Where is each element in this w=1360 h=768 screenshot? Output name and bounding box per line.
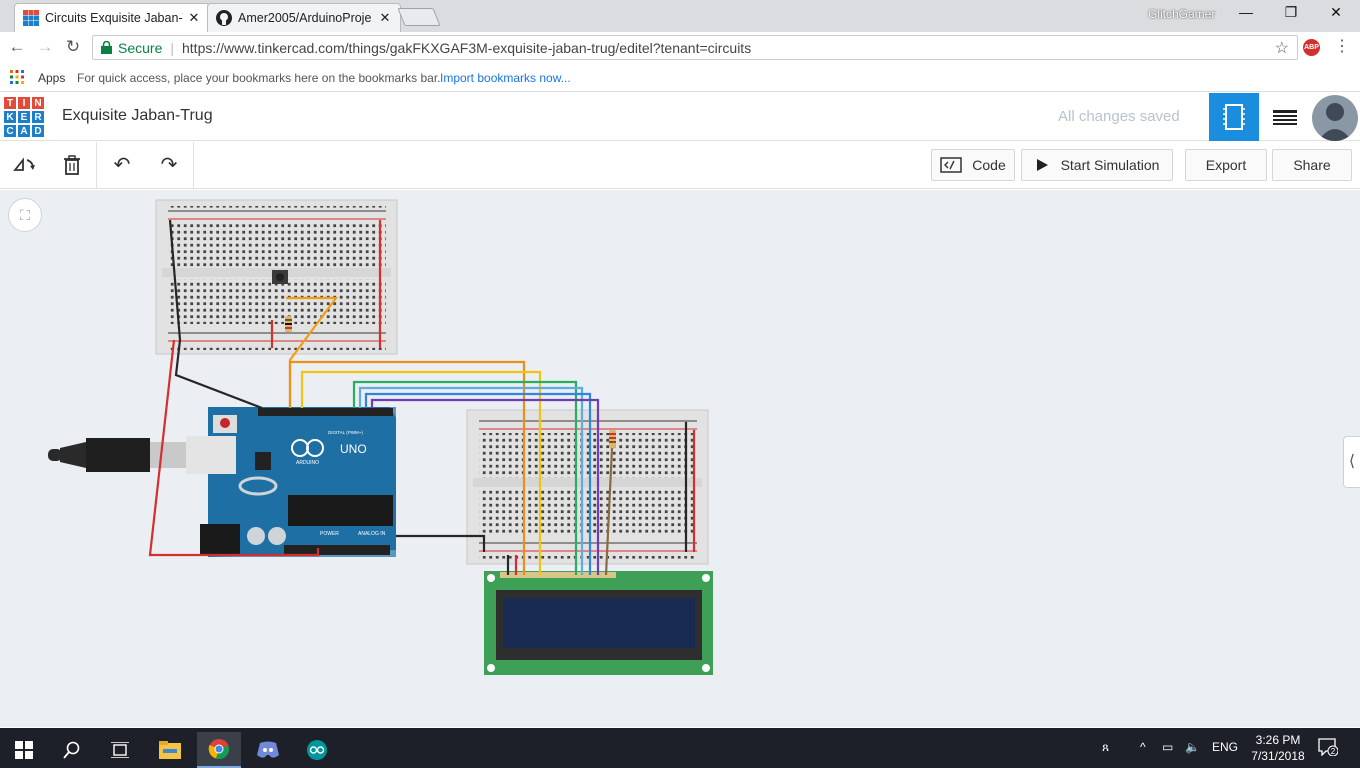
notification-count: 2 xyxy=(1331,747,1336,756)
tab-title: Amer2005/ArduinoProje xyxy=(238,11,372,25)
lock-icon xyxy=(101,41,112,54)
back-icon[interactable]: ← xyxy=(6,36,28,58)
resistor[interactable] xyxy=(609,430,616,448)
github-icon xyxy=(216,10,232,26)
secure-label: Secure xyxy=(118,39,163,56)
bookmarks-hint: For quick access, place your bookmarks h… xyxy=(77,71,441,85)
chrome-taskbar-icon[interactable] xyxy=(197,732,241,768)
adblock-icon[interactable]: ABP xyxy=(1303,39,1320,56)
restore-icon[interactable]: ❐ xyxy=(1279,4,1303,24)
start-simulation-button[interactable]: Start Simulation xyxy=(1021,149,1173,181)
pushbutton[interactable] xyxy=(272,270,288,284)
play-icon xyxy=(1036,159,1048,171)
code-icon xyxy=(940,157,963,173)
editor-toolbar: ↶ ↷ Code Start Simulation Export Share xyxy=(0,142,1360,189)
power-label: POWER xyxy=(320,531,339,537)
toolbar-divider xyxy=(96,142,97,189)
url-text[interactable]: https://www.tinkercad.com/things/gakFKXG… xyxy=(182,40,751,56)
browser-tab-strip: Circuits Exquisite Jaban-T ✕ Amer2005/Ar… xyxy=(0,0,1360,32)
network-icon[interactable]: ▭ xyxy=(1162,740,1173,754)
file-explorer-icon[interactable] xyxy=(148,732,192,768)
apps-grid-icon[interactable] xyxy=(10,70,24,84)
list-icon xyxy=(1273,110,1297,125)
start-simulation-label: Start Simulation xyxy=(1060,157,1160,173)
lcd-16x2[interactable] xyxy=(484,571,713,675)
tray-overflow-icon[interactable]: ^ xyxy=(1140,740,1146,754)
export-button[interactable]: Export xyxy=(1185,149,1267,181)
action-center-icon[interactable]: 2 xyxy=(1318,738,1340,758)
language-indicator[interactable]: ENG xyxy=(1212,740,1238,754)
forward-icon[interactable]: → xyxy=(34,36,56,58)
close-tab-icon[interactable]: ✕ xyxy=(378,10,392,26)
user-icon xyxy=(1318,103,1352,141)
tinkercad-header: T I N K E R C A D Exquisite Jaban-Trug A… xyxy=(0,93,1360,141)
minimize-icon[interactable]: — xyxy=(1234,4,1258,24)
share-label: Share xyxy=(1293,157,1331,173)
undo-icon[interactable]: ↶ xyxy=(109,152,135,178)
chip-icon xyxy=(1223,104,1245,130)
chrome-menu-icon[interactable]: ⋮ xyxy=(1334,36,1350,56)
toolbar-divider xyxy=(193,142,194,189)
bookmark-star-icon[interactable]: ☆ xyxy=(1275,38,1289,58)
search-icon[interactable] xyxy=(50,732,94,768)
circuit-canvas[interactable]: ⛶ ⟨ UNO ARDUINO DIGITAL (PWM~) POWER ANA… xyxy=(0,190,1360,727)
component-list-button[interactable] xyxy=(1260,93,1310,141)
tinkercad-favicon-icon xyxy=(23,10,39,26)
digital-pins-label: DIGITAL (PWM~) xyxy=(328,430,363,435)
close-window-icon[interactable]: ✕ xyxy=(1324,4,1348,24)
arduino-model-label: UNO xyxy=(340,442,367,456)
logo-letter: E xyxy=(17,110,31,124)
arduino-ide-icon[interactable] xyxy=(295,732,339,768)
breadboard-right[interactable] xyxy=(466,409,709,565)
tab-github[interactable]: Amer2005/ArduinoProje ✕ xyxy=(207,3,401,32)
arduino-uno[interactable]: UNO ARDUINO DIGITAL (PWM~) POWER ANALOG … xyxy=(200,407,396,557)
system-clock[interactable]: 3:26 PM 7/31/2018 xyxy=(1246,732,1310,764)
address-bar[interactable]: Secure | https://www.tinkercad.com/thing… xyxy=(92,35,1298,60)
logo-letter: A xyxy=(17,124,31,138)
clock-time: 3:26 PM xyxy=(1255,733,1301,747)
export-label: Export xyxy=(1205,157,1247,173)
circuit-view-button[interactable] xyxy=(1209,93,1259,141)
people-icon[interactable]: ጸ xyxy=(1102,740,1109,755)
delete-icon[interactable] xyxy=(59,152,85,178)
close-tab-icon[interactable]: ✕ xyxy=(187,10,201,26)
new-tab-button[interactable] xyxy=(397,8,441,26)
usb-cable[interactable] xyxy=(48,436,236,474)
windows-taskbar: ጸ ^ ▭ 🔈 ENG 3:26 PM 7/31/2018 2 xyxy=(0,728,1360,768)
arduino-brand-label: ARDUINO xyxy=(296,460,319,466)
logo-letter: R xyxy=(31,110,45,124)
bookmarks-bar: Apps For quick access, place your bookma… xyxy=(0,62,1360,92)
design-title[interactable]: Exquisite Jaban-Trug xyxy=(62,107,213,125)
circuit-drawing: UNO ARDUINO DIGITAL (PWM~) POWER ANALOG … xyxy=(48,199,713,675)
logo-letter: K xyxy=(3,110,17,124)
logo-letter: T xyxy=(3,96,17,110)
task-view-icon[interactable] xyxy=(98,732,142,768)
resistor[interactable] xyxy=(285,316,292,332)
tab-title: Circuits Exquisite Jaban-T xyxy=(45,11,183,25)
logo-letter: N xyxy=(31,96,45,110)
analog-label: ANALOG IN xyxy=(358,531,386,537)
code-button[interactable]: Code xyxy=(931,149,1015,181)
reload-icon[interactable]: ↻ xyxy=(62,36,84,58)
windows-start-icon[interactable] xyxy=(2,732,46,768)
tinkercad-logo[interactable]: T I N K E R C A D xyxy=(3,96,45,138)
logo-letter: I xyxy=(17,96,31,110)
profile-name[interactable]: GlitchGamer xyxy=(1148,7,1215,21)
volume-icon[interactable]: 🔈 xyxy=(1185,740,1200,754)
discord-icon[interactable] xyxy=(246,732,290,768)
import-bookmarks-link[interactable]: Import bookmarks now... xyxy=(440,71,571,85)
user-avatar[interactable] xyxy=(1312,95,1358,141)
code-label: Code xyxy=(972,157,1006,173)
url-separator: | xyxy=(170,39,174,56)
apps-link[interactable]: Apps xyxy=(38,71,65,85)
save-status: All changes saved xyxy=(1058,108,1180,125)
share-button[interactable]: Share xyxy=(1272,149,1352,181)
tab-tinkercad[interactable]: Circuits Exquisite Jaban-T ✕ xyxy=(14,3,210,32)
rotate-icon[interactable] xyxy=(11,152,37,178)
logo-letter: C xyxy=(3,124,17,138)
redo-icon[interactable]: ↷ xyxy=(156,152,182,178)
browser-toolbar: ← → ↻ Secure | https://www.tinkercad.com… xyxy=(0,32,1360,62)
logo-letter: D xyxy=(31,124,45,138)
clock-date: 7/31/2018 xyxy=(1251,749,1305,763)
